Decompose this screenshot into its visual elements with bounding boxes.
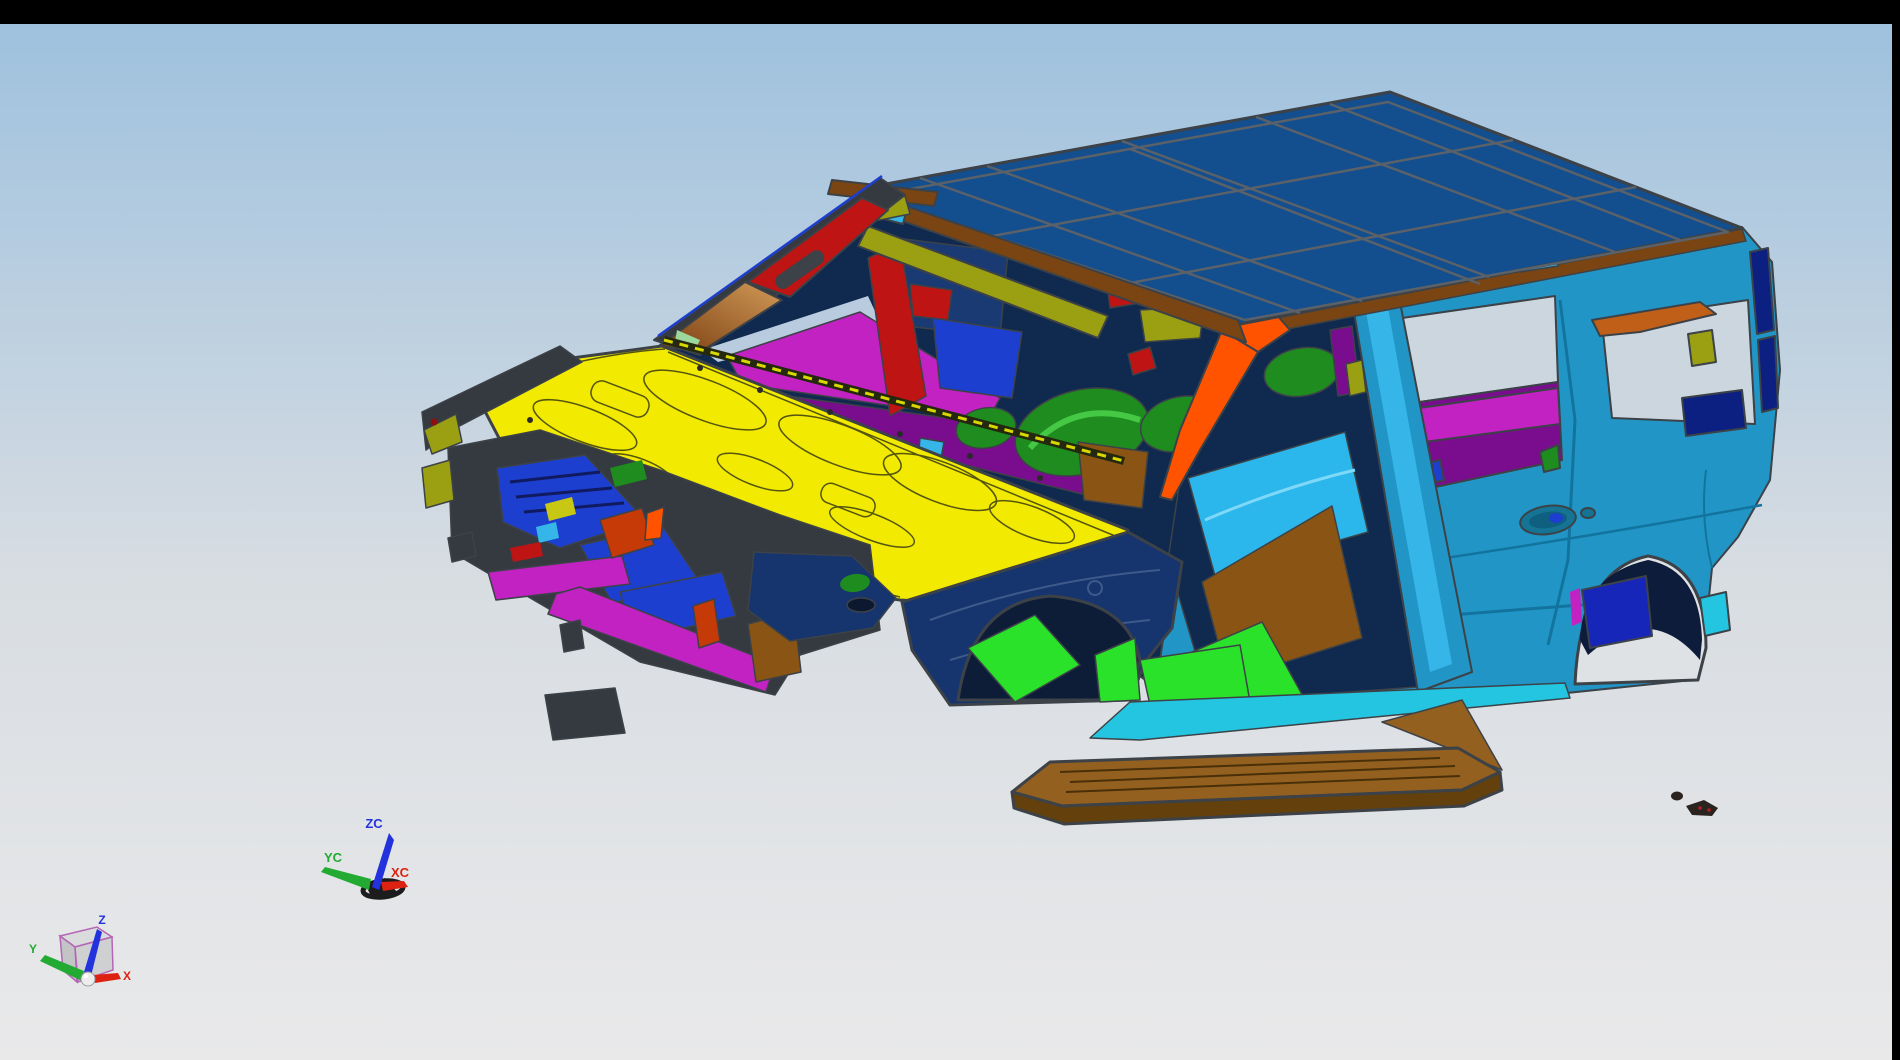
arch-cyan-tab xyxy=(1700,592,1730,636)
right-bar xyxy=(1892,0,1900,1060)
rear-wheelhouse-blue xyxy=(1582,576,1652,648)
firewall-blue-panel xyxy=(933,318,1022,398)
csys-z-label: Z xyxy=(98,913,105,927)
tow-hook-hole xyxy=(847,598,875,612)
csys-y-label: Y xyxy=(29,942,37,956)
csys-x-label: X xyxy=(123,969,131,983)
wcs-x-label: XC xyxy=(391,865,410,880)
wcs-z-label: ZC xyxy=(365,816,383,831)
dash-red-bracket xyxy=(910,284,952,320)
top-bar xyxy=(0,0,1900,24)
wcs-y-label: YC xyxy=(324,850,343,865)
arch-magenta-sliver xyxy=(1570,588,1582,626)
fascia-orange-3 xyxy=(645,507,664,540)
viewport-canvas[interactable]: ZC YC XC Z Y X xyxy=(0,0,1900,1060)
quarter-window-aperture[interactable] xyxy=(1592,300,1755,436)
quarter-window-olive-plate xyxy=(1688,330,1716,366)
cad-application-window: ZC YC XC Z Y X xyxy=(0,0,1900,1060)
csys-origin-sphere xyxy=(81,972,95,986)
quarter-window-navy-sill xyxy=(1682,390,1746,436)
